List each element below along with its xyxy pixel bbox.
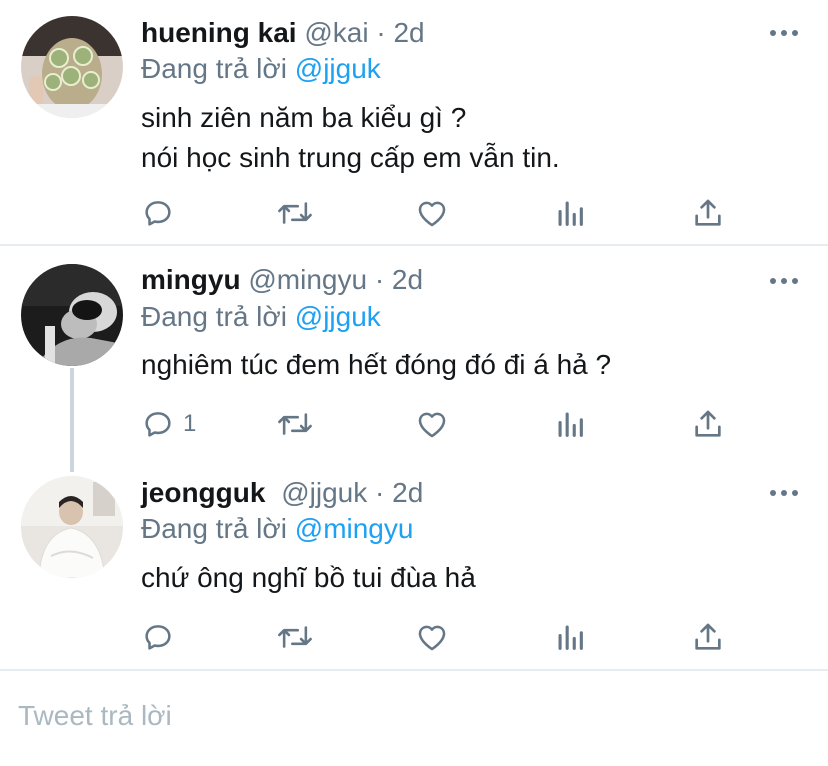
tweet-text-line: nghiêm túc đem hết đóng đó đi á hả ? [141,349,612,380]
user-handle[interactable]: @jjguk [281,477,367,508]
more-options-icon[interactable] [770,488,798,498]
like-button[interactable] [415,404,449,444]
share-icon [695,623,721,650]
reply-icon [145,201,171,226]
avatar[interactable] [21,16,123,118]
user-avatar-cucumber-mask [21,16,123,118]
tweet-header: huening kai @kai · 2d [141,15,425,51]
tweet-header: jeongguk @jjguk · 2d [141,475,423,511]
retweet-button[interactable] [276,617,314,657]
tweet-text: nghiêm túc đem hết đóng đó đi á hả ? [141,345,611,385]
user-handle[interactable]: @mingyu [248,264,367,295]
separator-dot: · [375,477,385,508]
display-name[interactable]: huening kai [141,17,297,48]
reply-compose-input[interactable]: Tweet trả lời [18,700,172,732]
like-button[interactable] [415,193,449,233]
replying-to: Đang trả lời @jjguk [141,51,381,87]
reply-count: 1 [183,410,197,437]
analytics-icon [558,201,583,226]
separator-dot: · [376,17,386,48]
timestamp[interactable]: 2d [392,264,423,295]
like-button[interactable] [415,617,449,657]
mention-link[interactable]: @jjguk [295,301,381,332]
more-options-icon[interactable] [770,28,798,38]
tweet[interactable]: jeongguk @jjguk · 2d Đang trả lời @mingy… [0,456,828,670]
tweet-text-line: sinh ziên năm ba kiểu gì ? [141,102,467,133]
like-icon [418,625,446,651]
user-avatar-white-room [21,476,123,578]
tweet-text: sinh ziên năm ba kiểu gì ? nói học sinh … [141,98,560,178]
replying-prefix: Đang trả lời [141,513,287,544]
share-button[interactable] [691,193,725,233]
user-handle[interactable]: @kai [304,17,368,48]
replying-prefix: Đang trả lời [141,53,287,84]
reply-icon [145,625,171,650]
reply-button[interactable] [141,617,183,657]
action-bar [141,617,741,657]
analytics-icon [558,625,583,650]
share-button[interactable] [691,617,725,657]
reply-icon [145,412,171,437]
replying-to: Đang trả lời @jjguk [141,299,381,335]
analytics-button[interactable] [555,193,585,233]
more-options-icon[interactable] [770,276,798,286]
divider [0,669,828,671]
tweet[interactable]: huening kai @kai · 2d Đang trả lời @jjgu… [0,0,828,245]
share-button[interactable] [691,404,725,444]
separator-dot: · [374,264,385,295]
avatar[interactable] [21,264,123,366]
mention-link[interactable]: @mingyu [295,513,414,544]
tweet-header: mingyu @mingyu · 2d [141,262,423,298]
like-icon [418,201,446,227]
share-icon [695,410,721,437]
action-bar: 1 [141,404,741,444]
tweet-text-line: nói học sinh trung cấp em vẫn tin. [141,142,560,173]
tweet-text: chứ ông nghĩ bồ tui đùa hả [141,558,476,598]
tweet-text-line: chứ ông nghĩ bồ tui đùa hả [141,562,476,593]
reply-button[interactable] [141,193,183,233]
share-icon [695,199,721,226]
display-name[interactable]: jeongguk [141,477,265,508]
replying-prefix: Đang trả lời [141,301,287,332]
display-name[interactable]: mingyu [141,264,241,295]
retweet-icon [278,413,312,435]
avatar[interactable] [21,476,123,578]
tweet[interactable]: mingyu @mingyu · 2d Đang trả lời @jjguk … [0,246,828,456]
mention-link[interactable]: @jjguk [295,53,381,84]
replying-to: Đang trả lời @mingyu [141,511,413,547]
user-avatar-bw-portrait [21,264,123,366]
timestamp[interactable]: 2d [393,17,424,48]
like-icon [418,412,446,438]
analytics-button[interactable] [555,404,585,444]
retweet-icon [278,626,312,648]
action-bar [141,193,741,233]
timestamp[interactable]: 2d [392,477,423,508]
reply-button[interactable]: 1 [141,404,196,444]
retweet-button[interactable] [276,404,314,444]
retweet-button[interactable] [276,193,314,233]
analytics-button[interactable] [555,617,585,657]
retweet-icon [278,202,312,224]
analytics-icon [558,412,583,437]
